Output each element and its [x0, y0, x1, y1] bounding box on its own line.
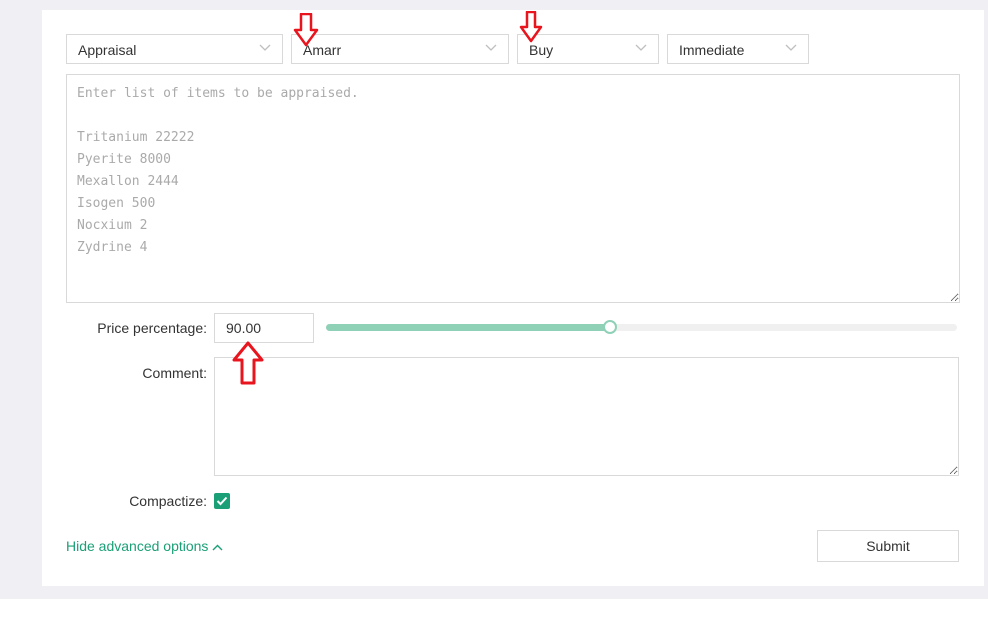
timing-select[interactable]: Immediate — [667, 34, 809, 64]
compactize-checkbox[interactable] — [214, 493, 230, 509]
hide-advanced-options-link[interactable]: Hide advanced options — [66, 538, 223, 554]
chevron-down-icon — [785, 44, 797, 51]
chevron-down-icon — [635, 44, 647, 51]
timing-select-value: Immediate — [679, 42, 745, 58]
comment-input[interactable] — [214, 357, 959, 476]
price-percentage-label: Price percentage: — [97, 320, 207, 336]
checkmark-icon — [216, 496, 228, 506]
market-select[interactable]: Amarr — [291, 34, 509, 64]
slider-track-fill — [326, 324, 610, 331]
annotation-arrow-up-icon — [232, 341, 264, 385]
chevron-down-icon — [259, 44, 271, 51]
mode-select-value: Appraisal — [78, 42, 137, 58]
submit-button[interactable]: Submit — [817, 530, 959, 562]
compactize-label: Compactize: — [129, 493, 207, 509]
comment-label: Comment: — [142, 365, 207, 381]
slider-handle[interactable] — [602, 320, 617, 334]
chevron-down-icon — [485, 44, 497, 51]
chevron-up-icon — [212, 544, 223, 551]
order-type-select-value: Buy — [529, 42, 554, 58]
annotation-arrow-down-icon — [519, 11, 543, 43]
price-percentage-slider[interactable] — [326, 320, 957, 334]
price-percentage-input[interactable] — [214, 313, 314, 343]
hide-advanced-options-label: Hide advanced options — [66, 538, 209, 554]
annotation-arrow-down-icon — [293, 13, 319, 47]
mode-select[interactable]: Appraisal — [66, 34, 283, 64]
items-input[interactable] — [66, 74, 960, 303]
